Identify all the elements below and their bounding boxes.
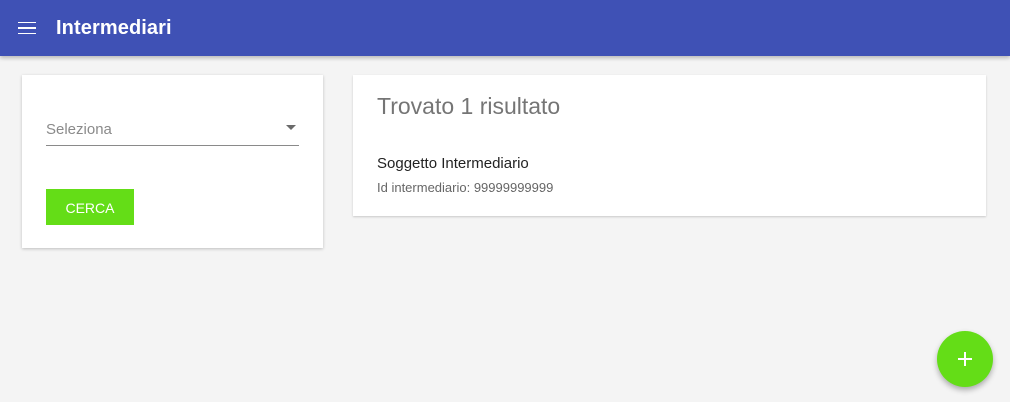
add-button[interactable]	[937, 331, 993, 387]
result-list-item[interactable]: Soggetto Intermediario Id intermediario:…	[377, 155, 962, 196]
results-card: Trovato 1 risultato Soggetto Intermediar…	[353, 75, 986, 216]
result-id: Id intermediario: 99999999999	[377, 180, 554, 195]
dropdown-arrow-icon	[286, 125, 296, 130]
intermediary-select[interactable]: Seleziona	[46, 115, 299, 146]
app-bar: Intermediari	[0, 0, 1010, 56]
select-placeholder: Seleziona	[46, 121, 112, 138]
results-heading: Trovato 1 risultato	[377, 93, 561, 119]
search-button[interactable]: CERCA	[46, 189, 134, 225]
page-title: Intermediari	[56, 16, 172, 39]
result-name: Soggetto Intermediario	[377, 155, 529, 172]
menu-icon[interactable]	[18, 20, 38, 36]
filter-card: Seleziona CERCA	[22, 75, 323, 248]
